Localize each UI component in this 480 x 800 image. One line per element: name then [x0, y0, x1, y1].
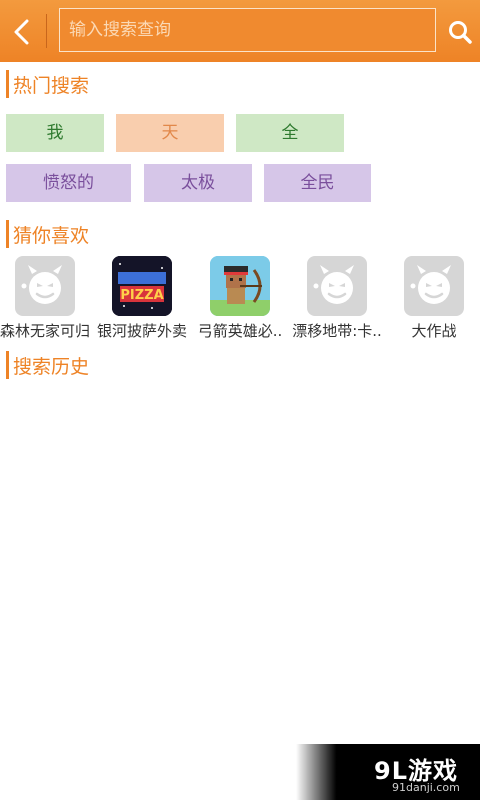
placeholder-devil-icon: [15, 256, 75, 316]
hot-tag-4[interactable]: 愤怒的: [6, 164, 131, 202]
game-title: 森林无家可归: [0, 322, 90, 340]
search-icon: [449, 21, 472, 44]
game-item[interactable]: 森林无家可归: [0, 256, 93, 342]
game-item[interactable]: 弓箭英雄必..: [192, 256, 288, 342]
archer-hero-game-icon: [210, 256, 270, 316]
hot-tag-2[interactable]: 天: [116, 114, 224, 152]
galactic-pizza-game-icon: PIZZA: [112, 256, 172, 316]
hot-tag-3[interactable]: 全: [236, 114, 344, 152]
game-title: 漂移地带:卡..: [292, 322, 382, 340]
hot-tag-5[interactable]: 太极: [144, 164, 252, 202]
placeholder-devil-icon: [307, 256, 367, 316]
game-item[interactable]: 漂移地带:卡..: [289, 256, 385, 342]
search-input[interactable]: [60, 9, 435, 51]
placeholder-devil-icon: [404, 256, 464, 316]
search-field[interactable]: [59, 8, 436, 52]
search-history-title: 搜索历史: [13, 356, 90, 378]
header-divider: [46, 14, 47, 48]
watermark-domain: 91danji.com: [392, 781, 460, 794]
top-bar: [0, 0, 480, 62]
guess-you-like-title: 猜你喜欢: [13, 225, 90, 247]
game-item[interactable]: 大作战: [386, 256, 480, 342]
game-item[interactable]: PIZZA 银河披萨外卖: [94, 256, 190, 342]
pizza-logo-text: PIZZA: [120, 288, 163, 303]
watermark: 9L游戏 91danji.com: [296, 744, 480, 800]
back-arrow-icon: [14, 19, 29, 45]
back-button[interactable]: [0, 0, 44, 62]
hot-tag-1[interactable]: 我: [6, 114, 104, 152]
game-title: 大作战: [411, 322, 457, 340]
game-title: 弓箭英雄必..: [197, 322, 283, 340]
search-button[interactable]: [440, 8, 480, 54]
hot-tag-6[interactable]: 全民: [264, 164, 371, 202]
hot-search-title: 热门搜索: [13, 75, 90, 97]
game-title: 银河披萨外卖: [96, 322, 187, 340]
